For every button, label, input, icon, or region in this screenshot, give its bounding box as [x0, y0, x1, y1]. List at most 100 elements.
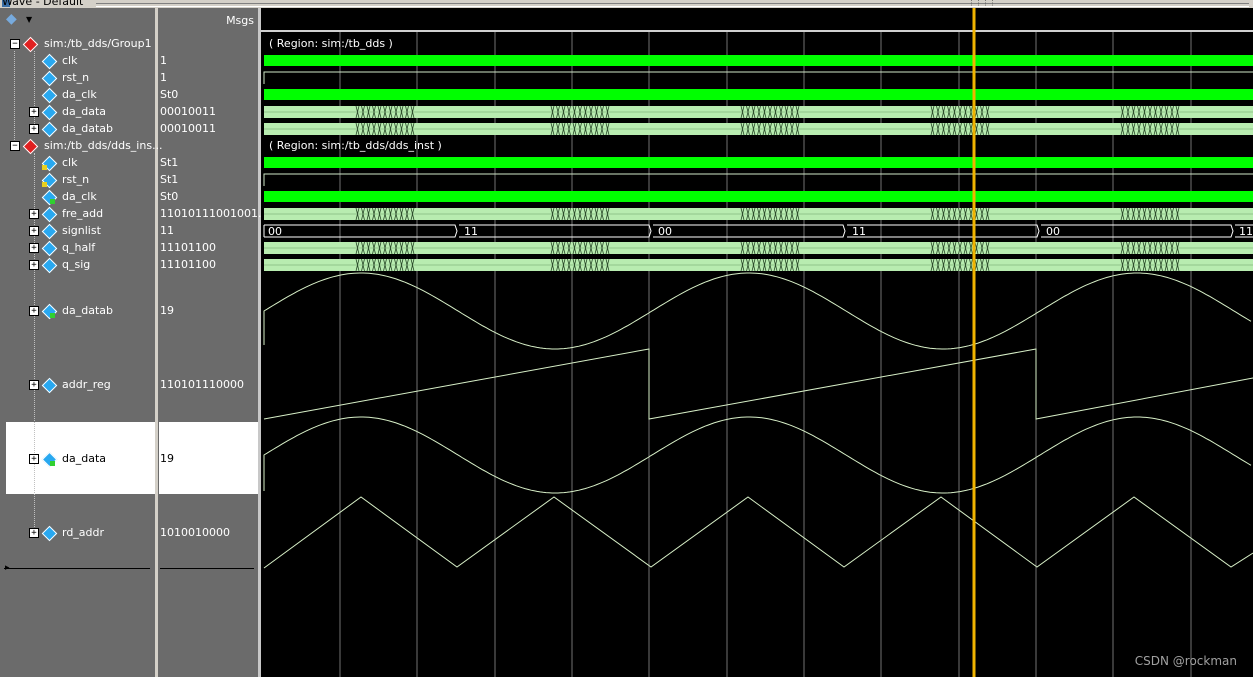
signal-value: St0 — [160, 88, 179, 101]
signal-name: addr_reg — [62, 378, 111, 391]
expand-icon[interactable]: + — [29, 243, 39, 253]
signal-value: 1 — [160, 54, 167, 67]
signal-name: da_clk — [62, 88, 97, 101]
port-badge-icon — [50, 199, 55, 204]
signal-value: 00010011 — [160, 105, 216, 118]
wave-view-icon[interactable]: ◆ — [6, 11, 17, 27]
clock-high-bar — [264, 157, 1253, 168]
group-icon — [22, 36, 39, 53]
bus-icon — [41, 240, 58, 257]
signal-row[interactable]: clk St1 — [0, 154, 258, 172]
signal-row[interactable]: rst_n 1 — [0, 69, 258, 87]
signal-name: da_datab — [62, 304, 113, 317]
signlist-value-label: 00 — [268, 225, 282, 238]
group-row-dds-inst[interactable]: − sim:/tb_dds/dds_ins... — [0, 137, 258, 155]
signal-name: rst_n — [62, 71, 90, 84]
signal-value: St0 — [160, 190, 179, 203]
signal-value: 11101100 — [160, 241, 216, 254]
signal-value: St1 — [160, 156, 179, 169]
signal-name: rst_n — [62, 173, 90, 186]
signal-name: q_half — [62, 241, 96, 254]
signal-row[interactable]: + da_datab 19 — [0, 302, 258, 320]
clock-high-bar — [264, 55, 1253, 66]
signal-icon — [41, 70, 58, 87]
region-label: ( Region: sim:/tb_dds ) — [269, 37, 393, 50]
signlist-value-label: 11 — [1239, 225, 1253, 238]
signal-name: q_sig — [62, 258, 91, 271]
msgs-label: Msgs — [226, 14, 254, 27]
group-label: sim:/tb_dds/Group1 — [44, 37, 152, 50]
port-badge-icon — [42, 165, 47, 170]
signal-row[interactable]: + fre_add 11010111001001... — [0, 205, 268, 223]
expand-icon[interactable]: + — [29, 226, 39, 236]
chevron-down-icon[interactable]: ▼ — [26, 15, 32, 24]
signal-name: da_clk — [62, 190, 97, 203]
expand-icon[interactable]: + — [29, 260, 39, 270]
signal-name: fre_add — [62, 207, 104, 220]
signal-name: clk — [62, 54, 78, 67]
signal-value: 1010010000 — [160, 526, 230, 539]
group-icon — [22, 138, 39, 155]
signal-row[interactable]: + q_sig 11101100 — [0, 256, 258, 274]
clock-high-bar — [264, 191, 1253, 202]
signlist-value-label: 11 — [852, 225, 866, 238]
signal-name: da_data — [62, 452, 106, 465]
signal-value: St1 — [160, 173, 179, 186]
signal-value: 1 — [160, 71, 167, 84]
signal-row-selected[interactable]: + da_data 19 — [0, 450, 258, 468]
signal-value: 19 — [160, 304, 174, 317]
expand-icon[interactable]: + — [29, 380, 39, 390]
window-title-bar: Wave - Default ⋮⋮⋮⋮ — [0, 0, 1253, 8]
expand-icon[interactable]: + — [29, 306, 39, 316]
signal-row[interactable]: rst_n St1 — [0, 171, 258, 189]
waveform-pane[interactable]: ( Region: sim:/tb_dds ) ( Region: sim:/t… — [261, 8, 1253, 677]
collapse-icon[interactable]: − — [10, 39, 20, 49]
signal-row[interactable]: da_clk St0 — [0, 188, 258, 206]
watermark: CSDN @rockman — [1134, 654, 1237, 668]
signal-value: 00010011 — [160, 122, 216, 135]
group-label: sim:/tb_dds/dds_ins... — [44, 139, 163, 152]
expand-icon[interactable]: + — [29, 454, 39, 464]
signal-value: 11 — [160, 224, 174, 237]
signal-name: da_data — [62, 105, 106, 118]
msgs-column-header: Msgs — [157, 8, 258, 32]
expand-icon[interactable]: + — [29, 107, 39, 117]
signal-row[interactable]: + addr_reg 110101110000 — [0, 376, 258, 394]
signal-name: signlist — [62, 224, 101, 237]
expand-icon[interactable]: + — [29, 209, 39, 219]
expand-icon[interactable]: + — [29, 528, 39, 538]
bus-icon — [41, 377, 58, 394]
signal-name: rd_addr — [62, 526, 105, 539]
port-badge-icon — [50, 313, 55, 318]
expand-icon[interactable]: + — [29, 124, 39, 134]
signal-name: clk — [62, 156, 78, 169]
clock-high-bar — [264, 89, 1253, 100]
insert-marker-line — [4, 568, 150, 569]
signal-row[interactable]: + signlist 11 — [0, 222, 258, 240]
signal-row[interactable]: + da_data 00010011 — [0, 103, 258, 121]
title-bar-grip-icon[interactable]: ⋮⋮⋮⋮ — [968, 0, 996, 7]
signal-row[interactable]: + rd_addr 1010010000 — [0, 524, 258, 542]
signal-name: da_datab — [62, 122, 113, 135]
port-badge-icon — [42, 182, 47, 187]
signlist-value-label: 00 — [658, 225, 672, 238]
ruler-line — [261, 30, 1253, 32]
signlist-value-label: 11 — [464, 225, 478, 238]
signal-row[interactable]: + da_datab 00010011 — [0, 120, 258, 138]
bus-icon — [41, 223, 58, 240]
signal-icon — [41, 53, 58, 70]
signal-value: 11101100 — [160, 258, 216, 271]
signal-row[interactable]: + q_half 11101100 — [0, 239, 258, 257]
signal-value: 110101110000 — [160, 378, 244, 391]
bus-icon — [41, 525, 58, 542]
signal-value: 11010111001001... — [160, 207, 269, 220]
window-title: Wave - Default — [2, 0, 84, 8]
collapse-icon[interactable]: − — [10, 141, 20, 151]
bus-icon — [41, 206, 58, 223]
value-marker-line — [160, 568, 254, 569]
group-row-group1[interactable]: − sim:/tb_dds/Group1 — [0, 35, 258, 53]
signal-value: 19 — [160, 452, 174, 465]
insert-marker-icon: ▸ — [5, 563, 10, 573]
signal-row[interactable]: da_clk St0 — [0, 86, 258, 104]
signal-row[interactable]: clk 1 — [0, 52, 258, 70]
